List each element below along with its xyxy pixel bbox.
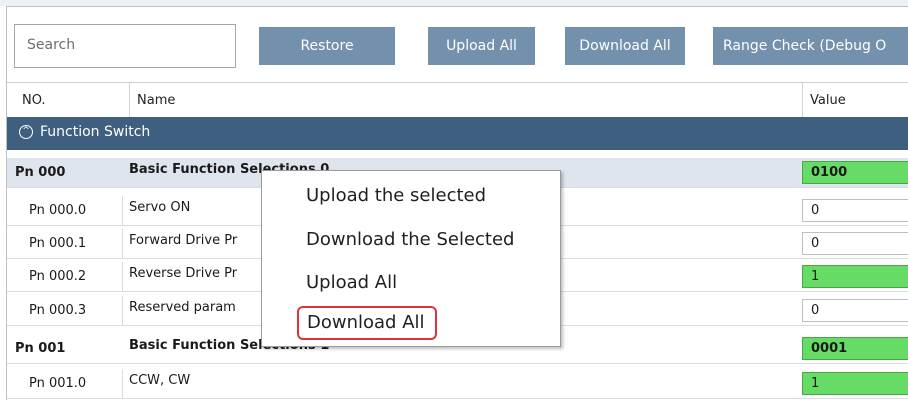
row-name: Servo ON [129, 200, 191, 215]
row-number: Pn 000.3 [29, 303, 87, 318]
group-row-function-switch[interactable]: ^ Function Switch [7, 117, 908, 150]
row-number: Pn 000.1 [29, 236, 87, 251]
menu-item-upload-all[interactable]: Upload All [306, 272, 397, 293]
column-divider [802, 83, 803, 117]
value-field[interactable]: 0 [802, 299, 908, 322]
cell-divider [122, 262, 123, 291]
chevron-up-circle-icon[interactable]: ^ [19, 125, 33, 139]
range-check-button[interactable]: Range Check (Debug O [713, 27, 908, 65]
column-header-no[interactable]: NO. [22, 93, 46, 108]
column-divider [129, 83, 130, 117]
upload-all-button[interactable]: Upload All [428, 27, 535, 65]
cell-divider [122, 229, 123, 258]
row-number: Pn 001 [15, 341, 66, 356]
menu-item-download-selected[interactable]: Download the Selected [306, 229, 515, 250]
row-name: Reserved param [129, 300, 236, 315]
row-number: Pn 000.2 [29, 269, 87, 284]
value-field[interactable]: 1 [802, 372, 908, 395]
row-number: Pn 001.0 [29, 376, 87, 391]
cell-divider [122, 196, 123, 225]
column-header-value[interactable]: Value [810, 93, 846, 108]
context-menu: Upload the selected Download the Selecte… [261, 170, 561, 347]
row-name: CCW, CW [129, 373, 191, 388]
search-input[interactable]: Search [14, 24, 236, 68]
value-field[interactable]: 0 [802, 232, 908, 255]
table-row[interactable]: Pn 001.0 CCW, CW 1 [7, 369, 908, 399]
menu-item-download-all[interactable]: Download All [297, 306, 437, 340]
row-number: Pn 000.0 [29, 203, 87, 218]
download-all-button[interactable]: Download All [565, 27, 685, 65]
value-field[interactable]: 0001 [802, 337, 908, 360]
row-name: Forward Drive Pr [129, 233, 238, 248]
menu-item-upload-selected[interactable]: Upload the selected [306, 185, 486, 206]
restore-button[interactable]: Restore [259, 27, 395, 65]
group-label: Function Switch [40, 124, 151, 140]
column-header-name[interactable]: Name [137, 93, 175, 108]
cell-divider [122, 369, 123, 398]
value-field[interactable]: 0100 [802, 161, 908, 184]
cell-divider [122, 296, 123, 325]
value-field[interactable]: 0 [802, 199, 908, 222]
value-field[interactable]: 1 [802, 265, 908, 288]
row-number: Pn 000 [15, 165, 66, 180]
row-name: Reverse Drive Pr [129, 266, 238, 281]
